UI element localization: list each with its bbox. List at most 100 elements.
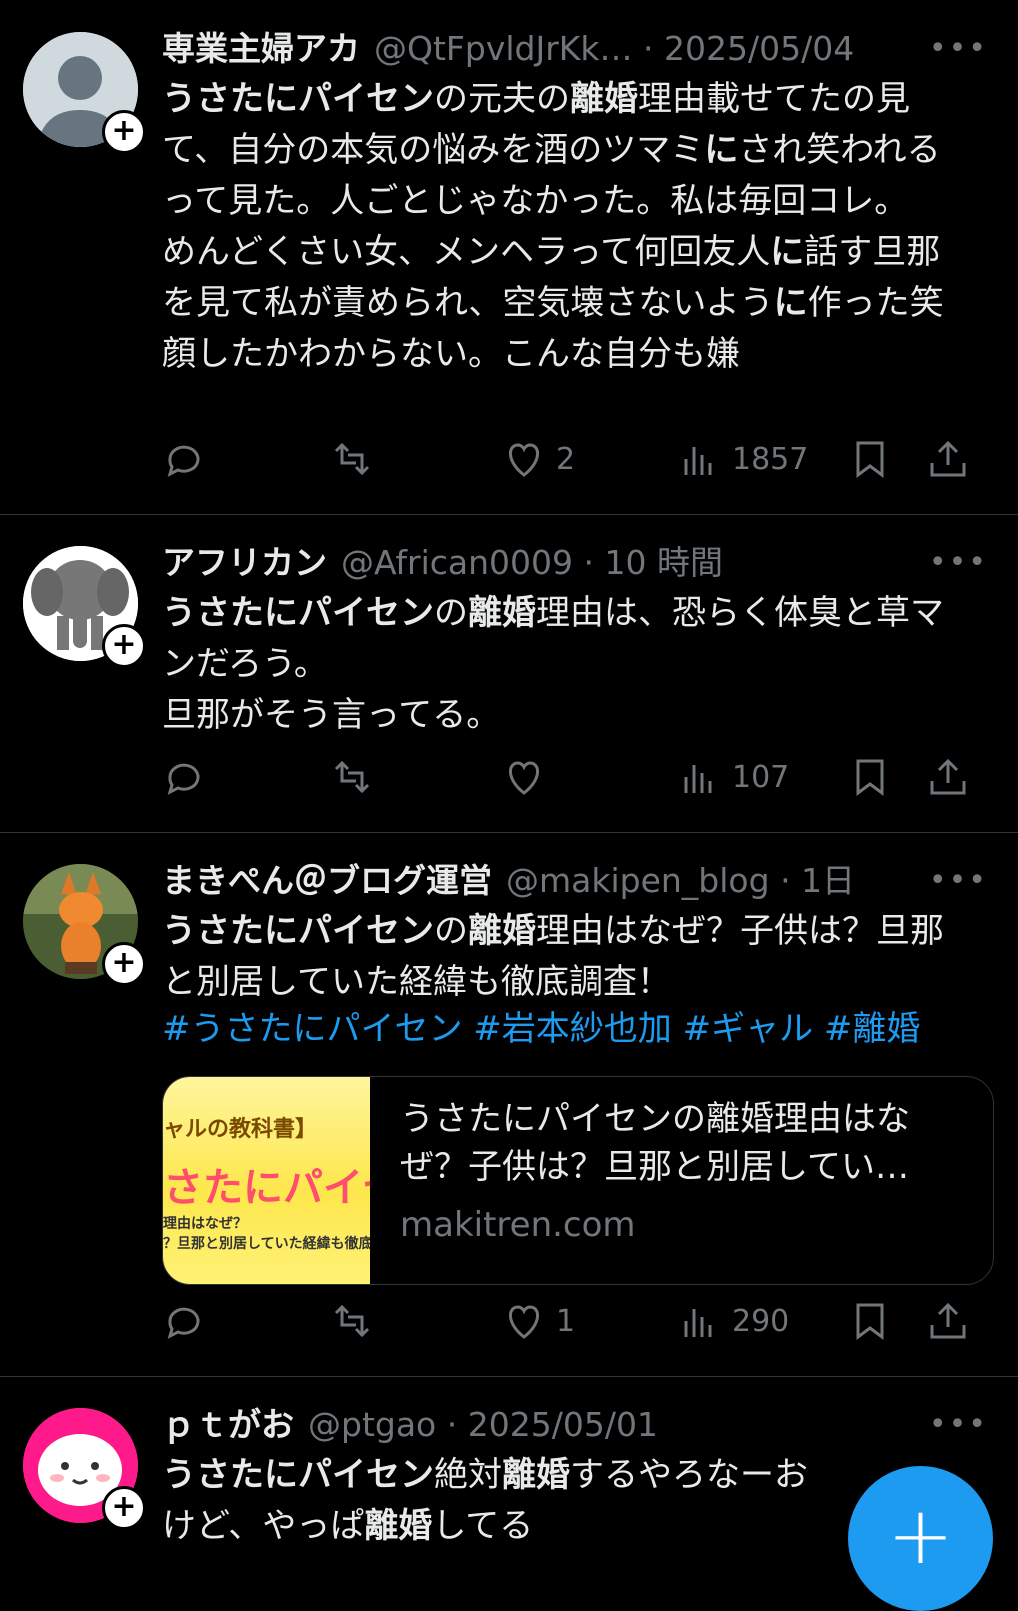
- display-name[interactable]: ｐｔがお: [162, 1405, 294, 1444]
- highlighted-keyword: うさたにパイセン: [162, 1455, 434, 1495]
- reply-icon: [167, 445, 200, 477]
- like-count: 1: [556, 1303, 576, 1339]
- tweet-text-run: 絶対: [434, 1455, 502, 1495]
- timestamp[interactable]: · 10 時間: [584, 543, 723, 582]
- display-name[interactable]: まきぺん＠ブログ運営: [162, 861, 492, 900]
- like-icon: [509, 761, 539, 795]
- action-bar: 107: [162, 752, 992, 802]
- like-button[interactable]: 2: [502, 434, 575, 484]
- retweet-icon: [334, 1304, 370, 1338]
- thumb-subline: 理由はなぜ？: [163, 1216, 247, 1232]
- thumb-caption: ャルの教科書】: [163, 1117, 318, 1142]
- retweet-button[interactable]: [330, 752, 374, 802]
- highlighted-keyword: 離婚: [468, 593, 536, 633]
- card-thumbnail: ャルの教科書】 さたにパイセ 理由はなぜ？ ？旦那と別居していた経緯も徹底: [163, 1077, 370, 1284]
- views-count: 1857: [732, 441, 809, 477]
- tweet-text-run: の: [434, 911, 468, 951]
- compose-button[interactable]: +: [848, 1466, 993, 1611]
- bookmark-button[interactable]: [848, 752, 892, 802]
- tweet-text-run: の元夫の: [434, 79, 570, 119]
- handle[interactable]: @makipen_blog: [506, 861, 770, 900]
- retweet-button[interactable]: [330, 434, 374, 484]
- views-button[interactable]: 107: [678, 752, 789, 802]
- handle[interactable]: @African0009: [341, 543, 573, 582]
- handle[interactable]: @QtFpvldJrKk…: [374, 29, 633, 68]
- divider: [0, 1376, 1018, 1377]
- reply-button[interactable]: [162, 1296, 206, 1346]
- bookmark-button[interactable]: [848, 434, 892, 484]
- retweet-icon: [334, 760, 370, 794]
- highlighted-keyword: に: [770, 232, 805, 272]
- hashtags[interactable]: #うさたにパイセン #岩本紗也加 #ギャル #離婚: [162, 1004, 972, 1055]
- tweet-text-run: の: [434, 593, 468, 633]
- bookmark-icon: [856, 1303, 884, 1340]
- share-button[interactable]: [926, 1296, 970, 1346]
- views-count: 107: [732, 759, 790, 795]
- like-button[interactable]: [502, 752, 546, 802]
- views-icon: [684, 447, 712, 475]
- reply-icon: [167, 1307, 200, 1339]
- reply-icon: [167, 763, 200, 795]
- highlighted-keyword: に: [773, 283, 808, 323]
- highlighted-keyword: うさたにパイセン: [162, 911, 434, 951]
- timestamp[interactable]: · 1日: [780, 861, 855, 900]
- timestamp[interactable]: · 2025/05/01: [447, 1405, 658, 1444]
- bookmark-icon: [856, 759, 884, 796]
- divider: [0, 514, 1018, 515]
- bookmark-icon: [856, 441, 884, 478]
- card-domain[interactable]: makitren.com: [400, 1205, 636, 1245]
- more-icon[interactable]: •••: [929, 1400, 988, 1450]
- share-button[interactable]: [926, 752, 970, 802]
- follow-plus-icon[interactable]: +: [102, 1486, 146, 1530]
- views-button[interactable]: 290: [678, 1296, 789, 1346]
- tweet-text: うさたにパイセンの元夫の離婚理由載せてたの見て、自分の本気の悩みを酒のツマミにさ…: [162, 74, 972, 380]
- tweet-text: うさたにパイセンの離婚理由はなぜ？子供は？旦那と別居していた経緯も徹底調査！: [162, 906, 972, 1008]
- share-icon: [930, 1302, 966, 1339]
- highlighted-keyword: 離婚: [468, 911, 536, 951]
- share-icon: [930, 758, 966, 795]
- tweet-header: アフリカン @African0009 · 10 時間: [162, 538, 952, 588]
- divider: [0, 832, 1018, 833]
- tweet-header: 専業主婦アカ @QtFpvldJrKk… · 2025/05/04: [162, 24, 952, 74]
- views-icon: [684, 1309, 712, 1337]
- reply-button[interactable]: [162, 434, 206, 484]
- action-bar: 1 290: [162, 1296, 992, 1346]
- timestamp[interactable]: · 2025/05/04: [643, 29, 854, 68]
- thumb-headline: さたにパイセ: [163, 1165, 370, 1211]
- follow-plus-icon[interactable]: +: [102, 624, 146, 668]
- tweet-text: うさたにパイセンの離婚理由は、恐らく体臭と草マンだろう。 旦那がそう言ってる。: [162, 588, 972, 741]
- retweet-icon: [334, 442, 370, 476]
- more-icon[interactable]: •••: [929, 24, 988, 74]
- highlighted-keyword: 離婚: [364, 1506, 433, 1546]
- handle[interactable]: @ptgao: [308, 1405, 436, 1444]
- more-icon[interactable]: •••: [929, 856, 988, 906]
- retweet-button[interactable]: [330, 1296, 374, 1346]
- follow-plus-icon[interactable]: +: [102, 942, 146, 986]
- tweet-header: まきぺん＠ブログ運営 @makipen_blog · 1日: [162, 856, 952, 906]
- like-count: 2: [556, 441, 576, 477]
- link-card[interactable]: ャルの教科書】 さたにパイセ 理由はなぜ？ ？旦那と別居していた経緯も徹底 うさ…: [162, 1076, 994, 1285]
- tweet-text-run: してる: [432, 1506, 534, 1546]
- display-name[interactable]: 専業主婦アカ: [162, 29, 360, 68]
- follow-plus-icon[interactable]: +: [102, 110, 146, 154]
- like-button[interactable]: 1: [502, 1296, 575, 1346]
- like-icon: [509, 443, 539, 477]
- tweet-header: ｐｔがお @ptgao · 2025/05/01: [162, 1400, 952, 1450]
- highlighted-keyword: うさたにパイセン: [162, 593, 434, 633]
- views-button[interactable]: 1857: [678, 434, 808, 484]
- share-button[interactable]: [926, 434, 970, 484]
- display-name[interactable]: アフリカン: [162, 543, 327, 582]
- card-title[interactable]: うさたにパイセンの離婚理由はなぜ？子供は？旦那と別居してい…: [400, 1095, 960, 1191]
- share-icon: [930, 440, 966, 477]
- reply-button[interactable]: [162, 752, 206, 802]
- highlighted-keyword: 離婚: [570, 79, 638, 119]
- views-icon: [684, 765, 712, 793]
- thumb-subline: ？旦那と別居していた経緯も徹底: [163, 1236, 370, 1252]
- highlighted-keyword: うさたにパイセン: [162, 79, 434, 119]
- like-icon: [509, 1305, 539, 1339]
- views-count: 290: [732, 1303, 790, 1339]
- highlighted-keyword: 離婚: [502, 1455, 570, 1495]
- bookmark-button[interactable]: [848, 1296, 892, 1346]
- highlighted-keyword: に: [704, 130, 739, 170]
- more-icon[interactable]: •••: [929, 538, 988, 588]
